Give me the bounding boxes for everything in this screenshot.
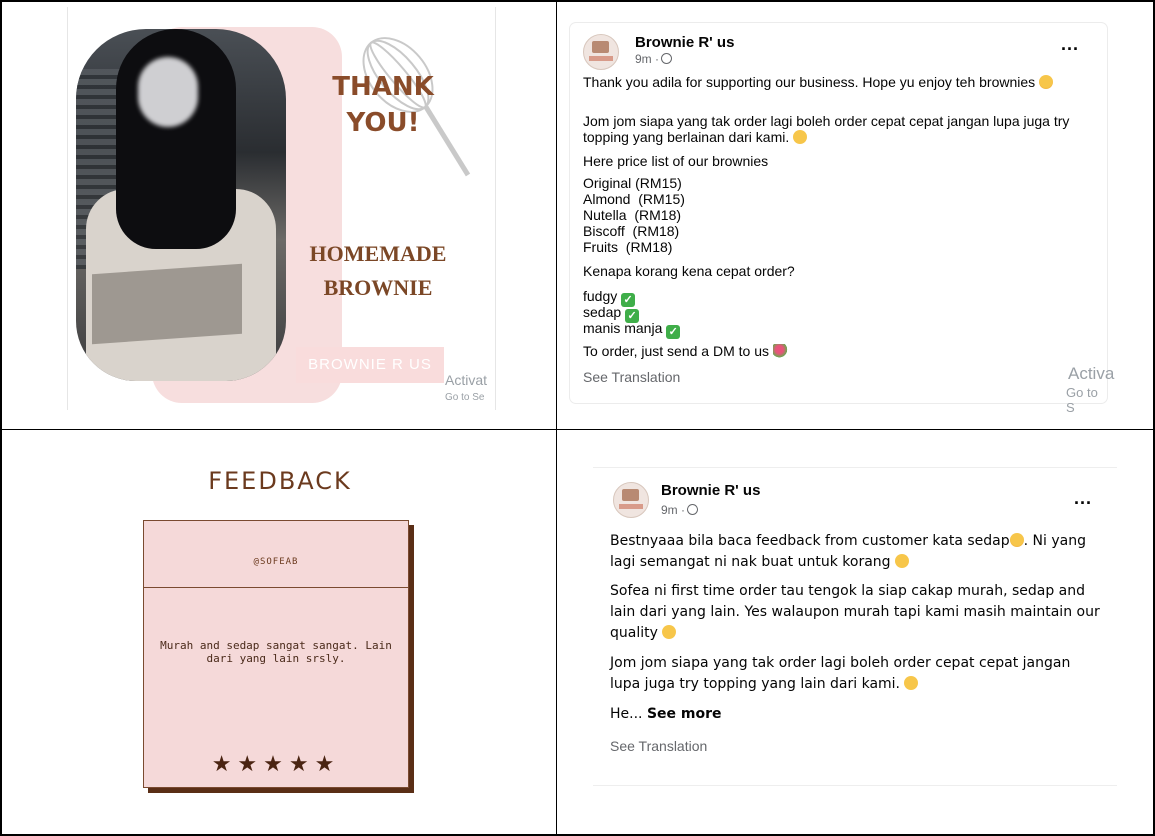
- activate-watermark-sub: Go to S: [1066, 385, 1098, 415]
- thank-you-title: THANK YOU!: [332, 72, 434, 138]
- thank-you-image: THANK YOU! HOMEMADE BROWNIE BROWNIE R US…: [67, 7, 496, 410]
- kiss-emoji-icon: [793, 130, 808, 144]
- star-rating: ★★★★★: [211, 751, 341, 776]
- post-paragraph-1: Thank you adila for supporting our busin…: [583, 74, 1083, 90]
- page-name-link[interactable]: Brownie R' us: [661, 482, 760, 499]
- activate-watermark: Activa: [1068, 364, 1115, 383]
- globe-icon: [661, 53, 672, 64]
- post-paragraph-1: Bestnyaaa bila baca feedback from custom…: [610, 533, 1086, 570]
- see-more-link[interactable]: See more: [647, 706, 722, 722]
- reason-item: manis manja ✓: [583, 320, 681, 339]
- post-cta: To order, just send a DM to us: [583, 343, 789, 359]
- see-translation-link[interactable]: See Translation: [583, 369, 680, 385]
- check-mark-icon: ✓: [666, 325, 681, 339]
- feedback-card: @SOFEAB Murah and sedap sangat sangat. L…: [143, 520, 409, 788]
- post-paragraph-3: Jom jom siapa yang tak order lagi boleh …: [610, 655, 1071, 692]
- price-item: Almond (RM15): [583, 191, 685, 207]
- price-item: Nutella (RM18): [583, 207, 682, 223]
- table-divider-horizontal: [0, 429, 1155, 430]
- post-timestamp[interactable]: 9m ·: [661, 503, 698, 517]
- table-border-top: [0, 0, 1155, 2]
- post-paragraph-3: Here price list of our brownies: [583, 153, 769, 169]
- kiss-emoji-icon: [904, 676, 919, 690]
- price-item: Fruits (RM18): [583, 239, 673, 255]
- review-text: Murah and sedap sangat sangat. Lain dari…: [160, 639, 392, 665]
- customer-photo: [76, 29, 286, 381]
- truncated-text: He... See more: [610, 706, 722, 722]
- page-name-link[interactable]: Brownie R' us: [635, 34, 734, 51]
- bouquet-emoji-icon: [772, 344, 789, 358]
- post-paragraph-2: Sofea ni first time order tau tengok la …: [610, 583, 1100, 641]
- more-options-button[interactable]: ...: [1074, 488, 1092, 509]
- activate-watermark: Activat: [445, 372, 488, 388]
- activate-watermark-sub: Go to Se: [445, 392, 485, 403]
- facebook-post-thank-you: Brownie R' us 9m · ... Thank you adila f…: [570, 23, 1114, 415]
- smiling-hearts-emoji-icon: [1009, 533, 1024, 547]
- feedback-title: FEEDBACK: [208, 467, 352, 495]
- homemade-brownie-subtitle: HOMEMADE BROWNIE: [309, 241, 447, 300]
- reviewer-handle: @SOFEAB: [253, 557, 299, 567]
- page-avatar[interactable]: [613, 482, 649, 518]
- smiling-hearts-emoji-icon: [1039, 75, 1054, 89]
- post-timestamp[interactable]: 9m ·: [635, 52, 672, 66]
- page-avatar[interactable]: [583, 34, 619, 70]
- partying-emoji-icon: [662, 625, 677, 639]
- table-border-left: [0, 0, 2, 836]
- see-translation-link[interactable]: See Translation: [610, 738, 707, 754]
- globe-icon: [687, 504, 698, 515]
- card-divider: [144, 587, 408, 588]
- price-item: Original (RM15): [583, 175, 682, 191]
- kiss-emoji-icon: [895, 554, 909, 568]
- table-divider-vertical: [556, 0, 557, 836]
- brownie-r-us-label: BROWNIE R US: [296, 347, 444, 383]
- facebook-post-feedback: Brownie R' us 9m · ... Bestnyaaa bila ba…: [593, 467, 1117, 786]
- post-paragraph-2: Jom jom siapa yang tak order lagi boleh …: [583, 113, 1070, 145]
- more-options-button[interactable]: ...: [1061, 34, 1079, 55]
- post-question: Kenapa korang kena cepat order?: [583, 263, 795, 279]
- price-item: Biscoff (RM18): [583, 223, 680, 239]
